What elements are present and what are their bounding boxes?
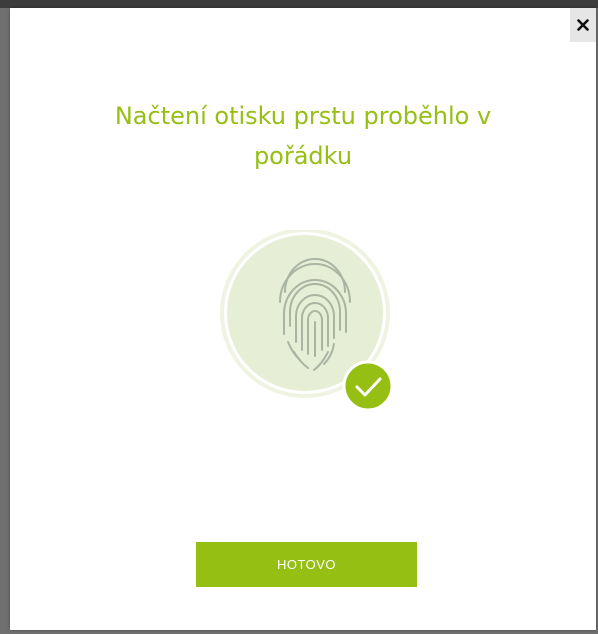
fingerprint-success-dialog: Načtení otisku prstu proběhlo v pořádku: [10, 8, 596, 630]
close-icon: [577, 19, 589, 31]
dialog-title: Načtení otisku prstu proběhlo v pořádku: [114, 102, 492, 170]
background-window-bar: [0, 0, 598, 8]
fingerprint-illustration: [218, 230, 394, 410]
close-button[interactable]: [570, 8, 596, 42]
done-button[interactable]: HOTOVO: [196, 542, 417, 587]
